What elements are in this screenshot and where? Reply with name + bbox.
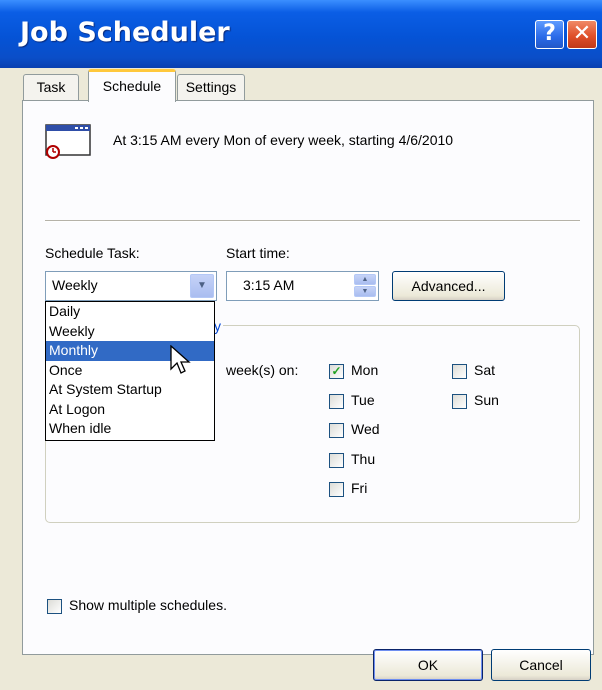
tab-schedule[interactable]: Schedule [88, 69, 176, 102]
schedule-task-label: Schedule Task: [45, 245, 140, 261]
window-title: Job Scheduler [20, 17, 230, 48]
time-spinner[interactable]: ▲ ▼ [354, 274, 376, 298]
cancel-button[interactable]: Cancel [491, 649, 591, 681]
day-label: Fri [351, 480, 368, 496]
checkbox-box[interactable] [452, 394, 467, 409]
schedule-task-select[interactable]: Weekly ▼ [45, 271, 217, 301]
ok-button[interactable]: OK [373, 649, 483, 681]
checkmark-icon[interactable]: ✓ [329, 364, 344, 379]
dropdown-option-daily[interactable]: Daily [46, 302, 214, 322]
checkbox-box[interactable] [329, 482, 344, 497]
checkbox-box[interactable] [329, 453, 344, 468]
show-multiple-label: Show multiple schedules. [69, 597, 227, 613]
dropdown-option-when-idle[interactable]: When idle [46, 419, 214, 439]
task-schedule-icon [45, 124, 91, 159]
day-label: Wed [351, 421, 380, 437]
day-label: Sun [474, 392, 499, 408]
checkbox-box[interactable] [329, 423, 344, 438]
tab-settings[interactable]: Settings [177, 74, 245, 100]
every-weeks-label: week(s) on: [226, 362, 299, 378]
schedule-task-value: Weekly [52, 277, 98, 293]
checkbox-box[interactable] [329, 394, 344, 409]
help-button[interactable]: ? [535, 20, 564, 49]
advanced-button[interactable]: Advanced... [392, 271, 505, 301]
day-label: Thu [351, 451, 376, 467]
day-label: Tue [351, 392, 375, 408]
checkbox-box[interactable] [452, 364, 467, 379]
tab-task[interactable]: Task [23, 74, 79, 100]
dropdown-option-logon[interactable]: At Logon [46, 400, 214, 420]
separator [45, 220, 580, 222]
start-time-input[interactable]: 3:15 AM ▲ ▼ [226, 271, 379, 301]
day-label: Sat [474, 362, 496, 378]
close-button[interactable]: ✕ [567, 20, 597, 49]
checkbox-box[interactable] [47, 599, 62, 614]
day-label: Mon [351, 362, 379, 378]
start-time-value: 3:15 AM [243, 277, 295, 293]
title-bar[interactable]: Job Scheduler ? ✕ [0, 0, 602, 68]
spin-up-icon[interactable]: ▲ [354, 274, 376, 285]
start-time-label: Start time: [226, 245, 290, 261]
mouse-pointer-icon [170, 345, 191, 374]
dropdown-option-system-startup[interactable]: At System Startup [46, 380, 214, 400]
spin-down-icon[interactable]: ▼ [354, 286, 376, 297]
dropdown-option-weekly[interactable]: Weekly [46, 322, 214, 342]
schedule-summary: At 3:15 AM every Mon of every week, star… [113, 132, 454, 148]
dropdown-arrow-icon[interactable]: ▼ [190, 274, 214, 298]
